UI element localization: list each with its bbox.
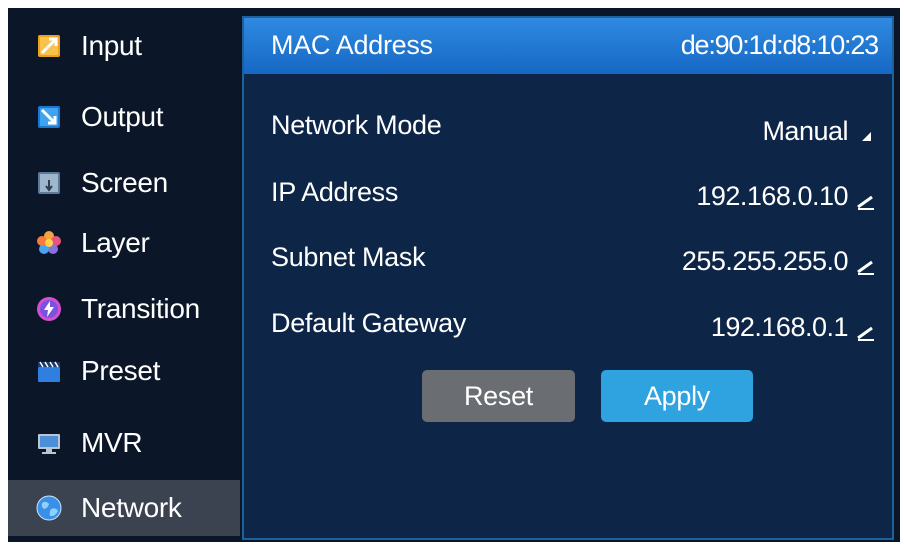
sidebar-item-label: Transition bbox=[81, 293, 200, 324]
mvr-icon bbox=[36, 430, 62, 456]
sidebar-item-mvr[interactable]: MVR bbox=[8, 415, 240, 471]
network-mode-label: Network Mode bbox=[271, 110, 442, 140]
ip-address-label: IP Address bbox=[271, 177, 399, 207]
reset-button[interactable]: Reset bbox=[422, 370, 575, 422]
network-icon bbox=[36, 495, 62, 521]
default-gateway-row[interactable]: Default Gateway 192.168.0.1 bbox=[244, 296, 892, 356]
sidebar-menu: Input Output Screen Layer Transition Pre… bbox=[8, 8, 240, 542]
sidebar-item-label: Layer bbox=[81, 227, 150, 258]
sidebar-item-label: Preset bbox=[81, 355, 161, 386]
subnet-mask-label: Subnet Mask bbox=[271, 242, 426, 272]
sidebar-item-input[interactable]: Input bbox=[8, 18, 240, 74]
edit-icon bbox=[856, 187, 876, 210]
output-icon bbox=[36, 104, 62, 130]
sidebar-item-output[interactable]: Output bbox=[8, 89, 240, 145]
default-gateway-label: Default Gateway bbox=[271, 308, 467, 338]
network-mode-value: Manual bbox=[762, 116, 848, 146]
layer-icon bbox=[36, 230, 62, 256]
device-screen: Input Output Screen Layer Transition Pre… bbox=[8, 8, 900, 542]
mac-address-label: MAC Address bbox=[271, 30, 433, 60]
ip-address-value: 192.168.0.10 bbox=[696, 181, 848, 211]
mac-address-value: de:90:1d:d8:10:23 bbox=[680, 30, 880, 60]
sidebar-item-network[interactable]: Network bbox=[8, 480, 240, 536]
default-gateway-value: 192.168.0.1 bbox=[710, 312, 849, 342]
sidebar-item-label: Network bbox=[81, 492, 182, 523]
network-mode-row[interactable]: Network Mode Manual bbox=[244, 98, 892, 158]
sidebar-item-label: Input bbox=[81, 30, 142, 61]
mac-address-row: MAC Address de:90:1d:d8:10:23 bbox=[244, 18, 892, 74]
apply-button[interactable]: Apply bbox=[601, 370, 753, 422]
dropdown-arrow-icon bbox=[856, 122, 876, 142]
edit-icon bbox=[856, 252, 876, 275]
sidebar-item-label: Output bbox=[81, 101, 164, 132]
sidebar-item-transition[interactable]: Transition bbox=[8, 281, 240, 337]
network-settings-panel: MAC Address de:90:1d:d8:10:23 Network Mo… bbox=[242, 16, 894, 540]
screen-icon bbox=[36, 170, 62, 196]
preset-icon bbox=[36, 358, 62, 384]
subnet-mask-value: 255.255.255.0 bbox=[681, 246, 849, 276]
edit-icon bbox=[856, 318, 876, 341]
sidebar-item-label: MVR bbox=[81, 427, 143, 458]
input-icon bbox=[36, 33, 62, 59]
subnet-mask-row[interactable]: Subnet Mask 255.255.255.0 bbox=[244, 230, 892, 290]
ip-address-row[interactable]: IP Address 192.168.0.10 bbox=[244, 165, 892, 225]
sidebar-item-label: Screen bbox=[81, 167, 168, 198]
sidebar-item-preset[interactable]: Preset bbox=[8, 343, 240, 399]
sidebar-item-screen[interactable]: Screen bbox=[8, 155, 240, 211]
transition-icon bbox=[36, 296, 62, 322]
sidebar-item-layer[interactable]: Layer bbox=[8, 215, 240, 271]
